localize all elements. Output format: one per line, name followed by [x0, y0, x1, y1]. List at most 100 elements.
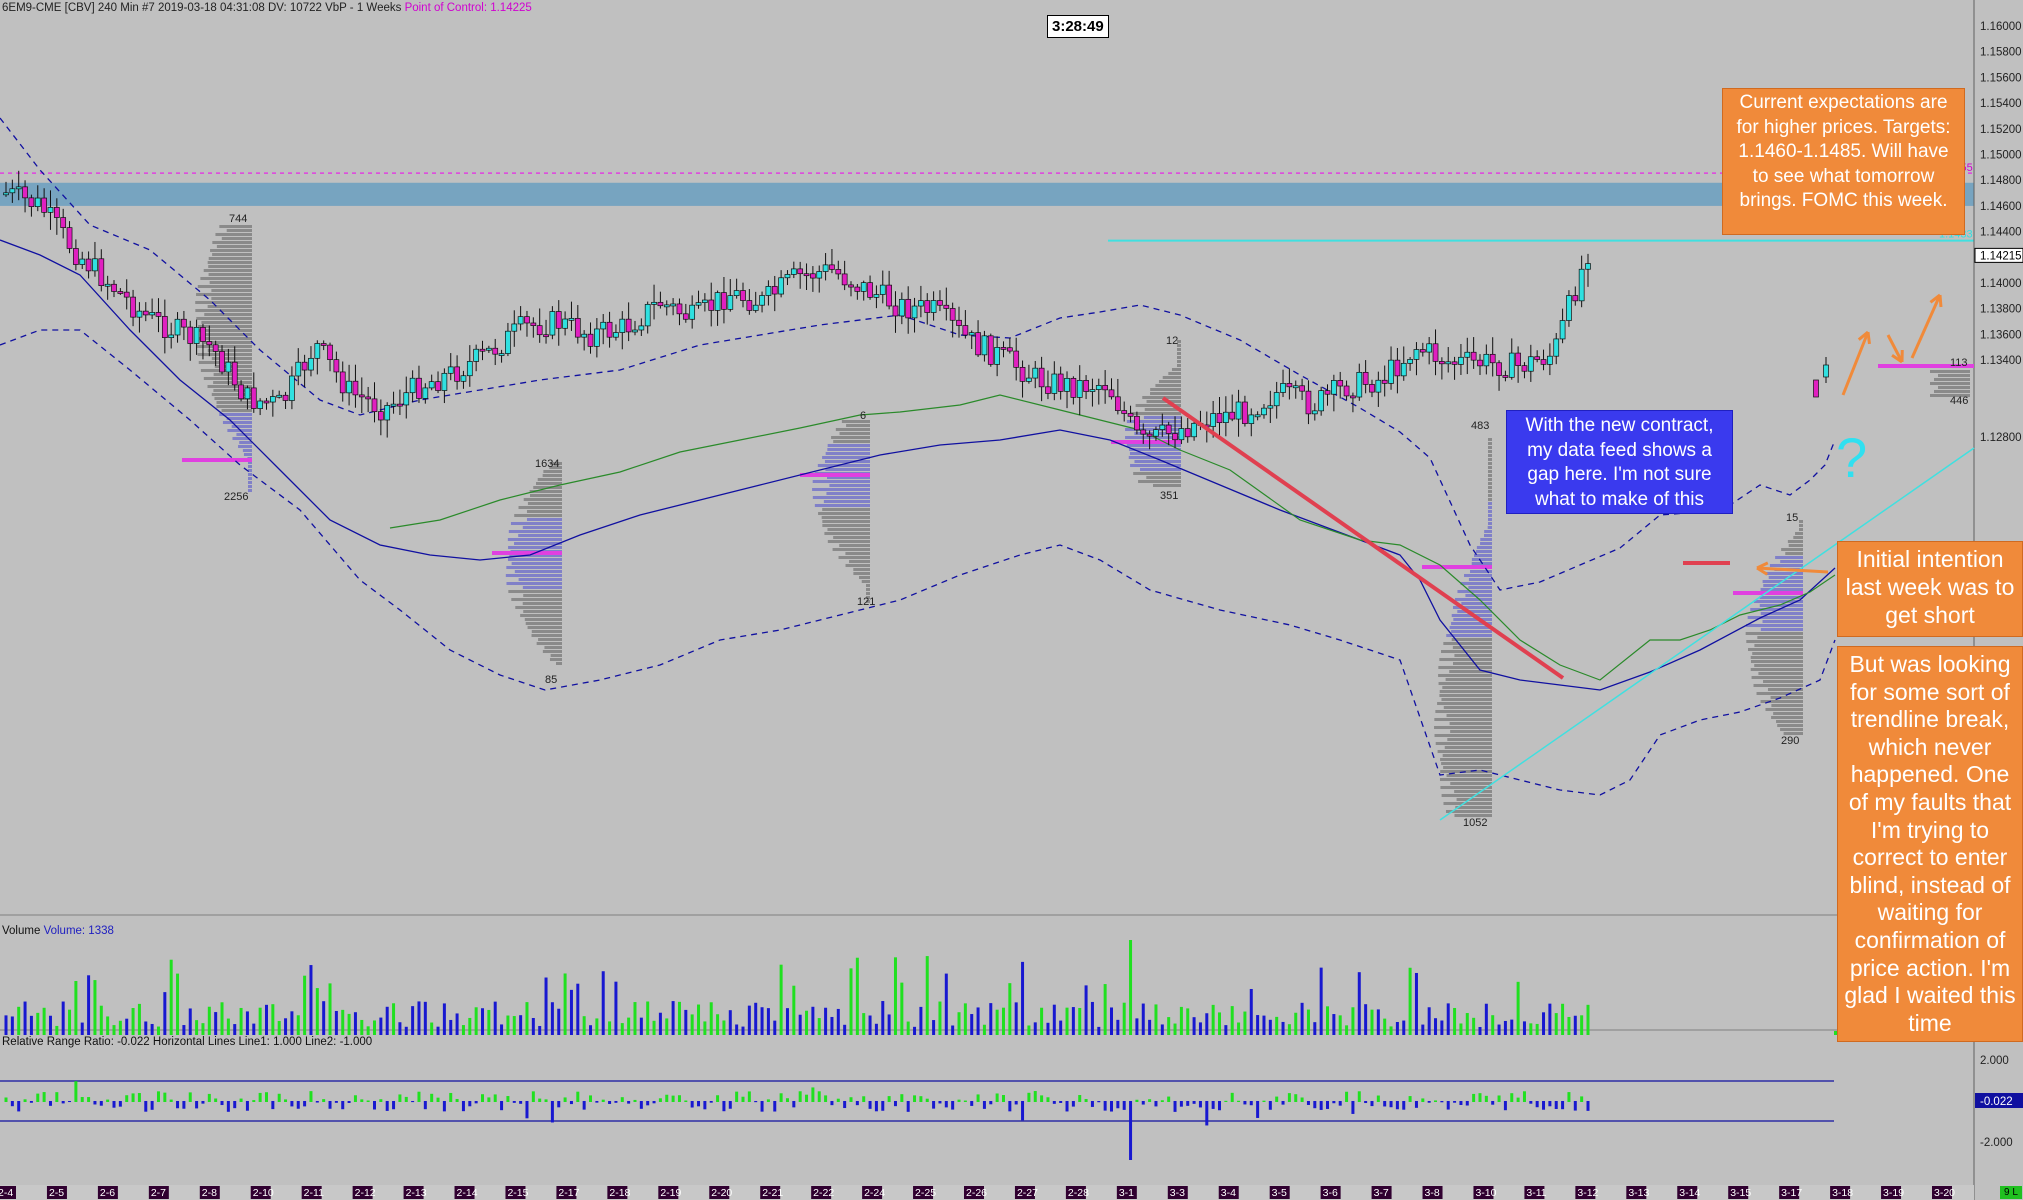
volume-profile-bar [518, 578, 562, 581]
volume-profile-bar [506, 566, 562, 569]
volume-bar [951, 1025, 955, 1035]
price-tick-label: 1.14400 [1980, 227, 2022, 239]
range-bar [1129, 1101, 1133, 1160]
volume-bar [697, 1004, 701, 1035]
volume-profile-bar [827, 448, 870, 451]
range-bar [1033, 1091, 1037, 1102]
range-bar [1249, 1101, 1253, 1106]
volume-bar [919, 1006, 923, 1035]
volume-profile-bar [826, 492, 870, 495]
volume-bar [1071, 1007, 1075, 1035]
date-label: 2-17 [558, 1187, 579, 1199]
range-bar [1345, 1091, 1349, 1102]
range-bar [322, 1099, 326, 1102]
candle-body [1248, 414, 1255, 424]
candle-body [123, 291, 130, 298]
date-label: 2-18 [609, 1187, 630, 1199]
volume-profile-bar [1753, 684, 1803, 687]
candle-body [1356, 371, 1363, 398]
candle-body [1184, 428, 1191, 438]
volume-profile-bar [535, 482, 562, 485]
candle-body [1191, 422, 1197, 438]
candle-body [1496, 362, 1502, 376]
range-bar [785, 1098, 789, 1102]
range-bar [1052, 1101, 1056, 1104]
volume-profile-bar [1444, 746, 1492, 749]
volume-bar [1148, 1019, 1152, 1035]
volume-profile-bar [1150, 388, 1181, 391]
volume-profile-bar [1168, 372, 1181, 375]
volume-bar [944, 973, 948, 1035]
date-label: 3-10 [1475, 1187, 1496, 1199]
range-bar [315, 1101, 319, 1103]
volume-profile-bar [510, 522, 562, 525]
candle-body [422, 387, 429, 399]
volume-bar [766, 1008, 770, 1035]
candle-body [1527, 356, 1534, 372]
candle-body [1229, 411, 1236, 420]
volume-bar [563, 973, 567, 1035]
range-bar [512, 1101, 516, 1103]
candle-body [1337, 380, 1344, 387]
candle-body [803, 273, 810, 277]
candle-body [1064, 377, 1070, 392]
candle-body [1559, 320, 1566, 340]
range-bar [1529, 1101, 1533, 1104]
candle-body [568, 318, 575, 321]
volume-profile-bar [839, 544, 870, 547]
date-label: 2-26 [966, 1187, 987, 1199]
candle-body [104, 283, 111, 287]
volume-profile-bar [1133, 472, 1181, 475]
range-bar [703, 1101, 707, 1110]
volume-bar [455, 1013, 459, 1035]
range-bar [468, 1101, 472, 1107]
candle-body [594, 328, 600, 347]
candle-body [486, 347, 492, 351]
volume-bar [639, 1017, 643, 1035]
range-bar [1376, 1095, 1380, 1102]
candle-body [1235, 401, 1242, 420]
price-chart[interactable]: 1.16000 1.15800 1.15600 1.15400 1.15200 1.150… [0, 0, 2023, 1200]
data-feed-callout: With the new contract, my data feed show… [1506, 410, 1733, 514]
candle-body [1318, 390, 1325, 412]
candle-body [1299, 385, 1305, 392]
candle-body [174, 318, 181, 336]
candle-body [689, 304, 696, 320]
range-bar [42, 1092, 46, 1102]
range-bar [963, 1100, 967, 1102]
volume-profile-bar [514, 570, 562, 573]
date-label: 3-19 [1883, 1187, 1904, 1199]
candle-body [352, 380, 359, 396]
candle-body [670, 303, 676, 307]
date-label: 2-4 [0, 1187, 13, 1199]
candle-body [34, 197, 41, 207]
candle-body [111, 283, 117, 292]
range-bar [1275, 1096, 1279, 1102]
volume-bar [1484, 1003, 1488, 1035]
volume-bar [785, 1008, 789, 1035]
range-bar [798, 1091, 802, 1102]
date-label: 2-6 [100, 1187, 115, 1199]
volume-profile-bar [204, 313, 252, 316]
candle-body [924, 300, 931, 313]
volume-bar [474, 1007, 478, 1035]
volume-bar [17, 1006, 21, 1035]
candle-body [1019, 366, 1026, 382]
volume-profile-bar [1938, 374, 1970, 377]
range-bar [760, 1101, 764, 1112]
volume-profile-bar [529, 494, 562, 497]
candle-body [524, 316, 530, 324]
volume-profile-bar [226, 229, 252, 232]
volume-profile-bar [1934, 390, 1970, 393]
date-label: 2-12 [355, 1187, 376, 1199]
volume-bar [1389, 1026, 1393, 1035]
volume-profile-bar [1450, 782, 1492, 785]
date-label: 3-13 [1628, 1187, 1649, 1199]
range-bar [1179, 1101, 1183, 1107]
candle-body [1114, 396, 1121, 411]
candle-body [53, 207, 60, 218]
candle-body [1210, 413, 1216, 427]
volume-profile-bar [822, 520, 870, 523]
volume-bar [887, 1014, 891, 1035]
volume-bar [1421, 1024, 1425, 1035]
